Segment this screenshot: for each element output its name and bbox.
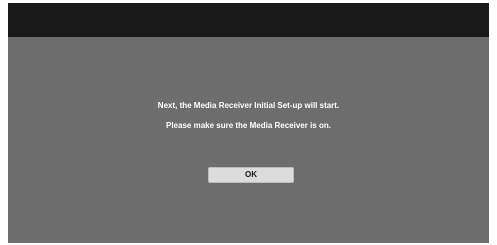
message-line-2: Please make sure the Media Receiver is o… xyxy=(166,121,331,130)
message-line-1: Next, the Media Receiver Initial Set-up … xyxy=(157,101,340,110)
top-bar xyxy=(8,3,489,37)
tv-screen: Next, the Media Receiver Initial Set-up … xyxy=(8,3,489,243)
ok-button[interactable]: OK xyxy=(208,167,294,183)
setup-message: Next, the Media Receiver Initial Set-up … xyxy=(8,96,489,136)
